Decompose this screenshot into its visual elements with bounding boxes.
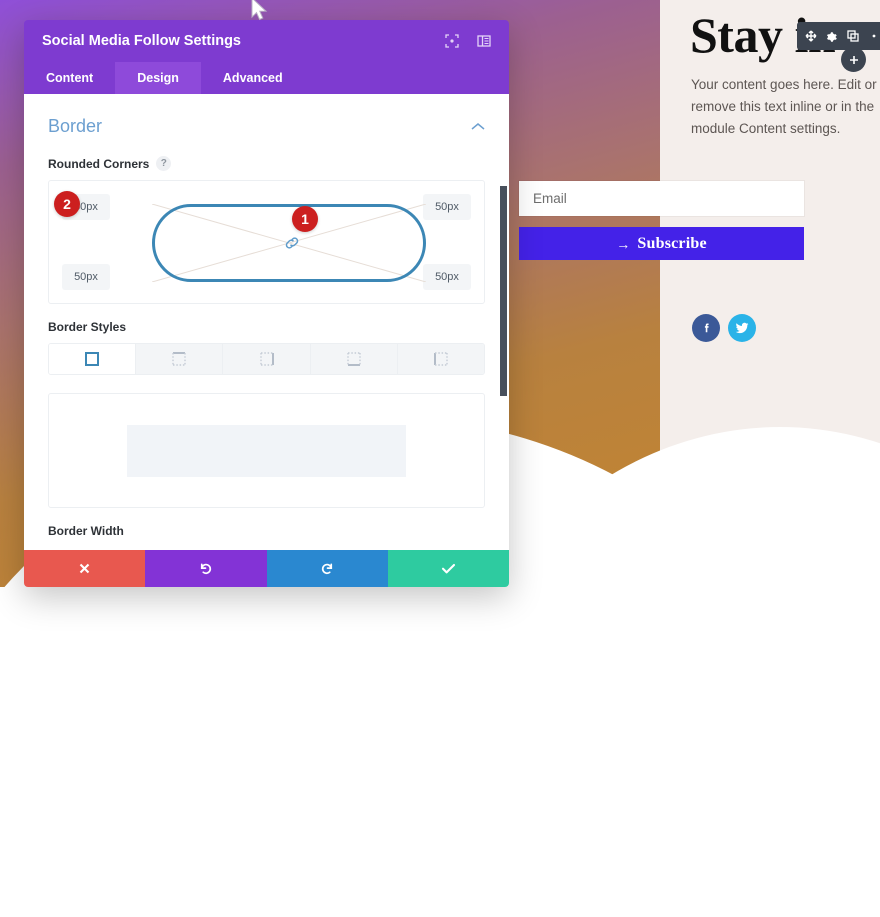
social-follow-row [692, 314, 756, 342]
modal-footer-actions [24, 550, 509, 587]
cancel-button[interactable] [24, 550, 145, 587]
modal-header-actions [445, 34, 491, 48]
tab-advanced[interactable]: Advanced [201, 62, 305, 94]
border-preview-swatch [127, 425, 406, 477]
border-style-left[interactable] [398, 344, 484, 374]
module-settings-modal: Social Media Follow Settings Content Des… [24, 20, 509, 587]
border-style-right[interactable] [223, 344, 310, 374]
annotation-badge-1: 1 [292, 206, 318, 232]
border-width-label-row: Border Width [48, 524, 485, 538]
border-styles-label: Border Styles [48, 320, 126, 334]
save-button[interactable] [388, 550, 509, 587]
gear-icon[interactable] [821, 23, 842, 49]
modal-scrollbar[interactable] [500, 94, 507, 550]
rounded-corners-control: 50px 50px 50px 50px 2 1 [48, 180, 485, 304]
border-style-all[interactable] [49, 344, 136, 374]
facebook-icon[interactable] [692, 314, 720, 342]
more-icon[interactable] [863, 23, 880, 49]
border-styles-options [48, 343, 485, 375]
duplicate-icon[interactable] [842, 23, 863, 49]
arrow-right-icon: → [616, 236, 630, 252]
border-styles-label-row: Border Styles [48, 320, 485, 334]
rounded-corners-label: Rounded Corners [48, 157, 149, 171]
border-preview-box [48, 393, 485, 508]
modal-header: Social Media Follow Settings [24, 20, 509, 62]
module-hover-toolbar[interactable] [797, 22, 880, 50]
page-body-text: Your content goes here. Edit or remove t… [691, 74, 880, 140]
add-module-button[interactable] [841, 47, 866, 72]
border-width-label: Border Width [48, 524, 124, 538]
redo-button[interactable] [267, 550, 388, 587]
chevron-up-icon[interactable] [471, 122, 485, 131]
help-icon[interactable]: ? [156, 156, 171, 171]
corner-input-bottom-left[interactable]: 50px [62, 264, 110, 290]
twitter-icon[interactable] [728, 314, 756, 342]
modal-tabs: Content Design Advanced [24, 62, 509, 94]
move-icon[interactable] [800, 23, 821, 49]
link-icon[interactable] [283, 235, 300, 252]
email-field[interactable]: Email [519, 181, 804, 216]
focus-icon[interactable] [445, 34, 459, 48]
corner-input-bottom-right[interactable]: 50px [423, 264, 471, 290]
border-style-top[interactable] [136, 344, 223, 374]
undo-button[interactable] [145, 550, 266, 587]
subscribe-button[interactable]: → Subscribe [519, 227, 804, 260]
border-style-bottom[interactable] [311, 344, 398, 374]
corner-preview-shape [152, 204, 426, 282]
layout-icon[interactable] [477, 34, 491, 48]
modal-title: Social Media Follow Settings [42, 33, 445, 49]
border-section-title: Border [48, 116, 471, 137]
scrollbar-thumb[interactable] [500, 186, 507, 396]
annotation-badge-2: 2 [54, 191, 80, 217]
border-section-header[interactable]: Border [48, 94, 485, 140]
tab-content[interactable]: Content [24, 62, 115, 94]
corner-input-top-right[interactable]: 50px [423, 194, 471, 220]
tab-design[interactable]: Design [115, 62, 201, 94]
subscribe-button-label: Subscribe [637, 235, 706, 253]
rounded-corners-label-row: Rounded Corners ? [48, 156, 485, 171]
modal-body: Border Rounded Corners ? 50px 50px 50px … [24, 94, 509, 550]
